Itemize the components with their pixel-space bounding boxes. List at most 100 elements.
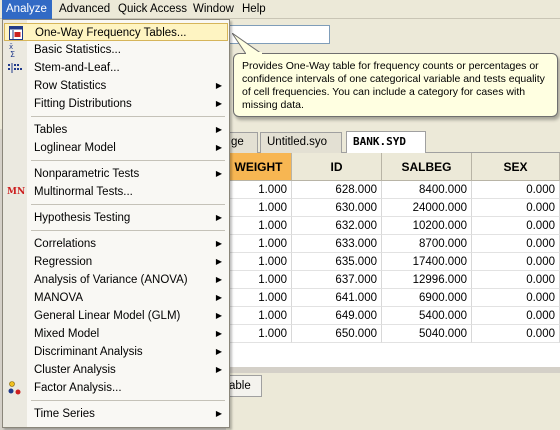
cell-sex[interactable]: 0.000 [472,253,560,271]
cell-sex[interactable]: 0.000 [472,181,560,199]
menu-item-label: One-Way Frequency Tables... [35,27,187,39]
cell-weight[interactable]: 1.000 [226,199,292,217]
menu-separator [31,400,225,401]
cell-salbeg[interactable]: 6900.000 [382,289,472,307]
menu-item-fitting-distributions[interactable]: Fitting Distributions ▶ [4,95,228,113]
menu-item-basic-statistics[interactable]: x̄ Σ Basic Statistics... [4,41,228,59]
column-header-weight[interactable]: WEIGHT [226,153,292,181]
menu-item-cluster-analysis[interactable]: Cluster Analysis ▶ [4,361,228,379]
column-header-salbeg[interactable]: SALBEG [382,153,472,181]
cell-id[interactable]: 630.000 [292,199,382,217]
menu-item-stem-and-leaf[interactable]: Stem-and-Leaf... [4,59,228,77]
cell-id[interactable]: 628.000 [292,181,382,199]
cell-weight[interactable]: 1.000 [226,289,292,307]
cell-weight[interactable]: 1.000 [226,271,292,289]
menu-item-glm[interactable]: General Linear Model (GLM) ▶ [4,307,228,325]
basic-statistics-icon: x̄ Σ [7,42,23,59]
sheet-tabs: able [226,373,560,397]
cell-id[interactable]: 641.000 [292,289,382,307]
cell-weight[interactable]: 1.000 [226,181,292,199]
menu-item-loglinear-model[interactable]: Loglinear Model ▶ [4,139,228,157]
menu-item-regression[interactable]: Regression ▶ [4,253,228,271]
status-area [226,397,560,430]
submenu-arrow-icon: ▶ [215,293,222,302]
cell-weight[interactable]: 1.000 [226,217,292,235]
submenu-arrow-icon: ▶ [215,257,222,266]
table-row: 1.000 641.000 6900.000 0.000 [226,289,560,307]
cell-weight[interactable]: 1.000 [226,307,292,325]
menu-item-row-statistics[interactable]: Row Statistics ▶ [4,77,228,95]
menu-item-nonparametric-tests[interactable]: Nonparametric Tests ▶ [4,165,228,183]
menu-item-discriminant-analysis[interactable]: Discriminant Analysis ▶ [4,343,228,361]
menu-item-label: Factor Analysis... [34,382,122,394]
menu-item-label: Stem-and-Leaf... [34,62,120,74]
menu-analyze[interactable]: Analyze [2,0,52,19]
menu-item-correlations[interactable]: Correlations ▶ [4,235,228,253]
cell-salbeg[interactable]: 5400.000 [382,307,472,325]
data-grid: WEIGHT ID SALBEG SEX 1.000 628.000 8400.… [226,153,560,367]
cell-id[interactable]: 635.000 [292,253,382,271]
table-row: 1.000 635.000 17400.000 0.000 [226,253,560,271]
cell-sex[interactable]: 0.000 [472,217,560,235]
cell-salbeg[interactable]: 17400.000 [382,253,472,271]
cell-salbeg[interactable]: 8400.000 [382,181,472,199]
menu-item-tables[interactable]: Tables ▶ [4,121,228,139]
cell-weight[interactable]: 1.000 [226,325,292,343]
table-row: 1.000 650.000 5040.000 0.000 [226,325,560,343]
submenu-arrow-icon: ▶ [215,81,222,90]
menu-quick-access[interactable]: Quick Access [114,0,191,19]
menu-help[interactable]: Help [238,0,270,19]
cell-id[interactable]: 650.000 [292,325,382,343]
cell-id[interactable]: 633.000 [292,235,382,253]
cell-sex[interactable]: 0.000 [472,307,560,325]
cell-sex[interactable]: 0.000 [472,199,560,217]
menu-item-mixed-model[interactable]: Mixed Model ▶ [4,325,228,343]
column-header-sex[interactable]: SEX [472,153,560,181]
menu-item-factor-analysis[interactable]: Factor Analysis... [4,379,228,397]
cell-weight[interactable]: 1.000 [226,235,292,253]
menu-item-one-way-frequency-tables[interactable]: One-Way Frequency Tables... [4,23,228,41]
menu-item-label: Hypothesis Testing [34,212,131,224]
column-header-id[interactable]: ID [292,153,382,181]
submenu-arrow-icon: ▶ [215,169,222,178]
table-row: 1.000 649.000 5400.000 0.000 [226,307,560,325]
menu-separator [31,160,225,161]
frequency-table-icon [8,25,24,41]
tab-bank-syd[interactable]: BANK.SYD [346,131,426,153]
cell-salbeg[interactable]: 5040.000 [382,325,472,343]
menu-advanced[interactable]: Advanced [55,0,114,19]
submenu-arrow-icon: ▶ [215,347,222,356]
menu-item-hypothesis-testing[interactable]: Hypothesis Testing ▶ [4,209,228,227]
cell-sex[interactable]: 0.000 [472,325,560,343]
cell-id[interactable]: 637.000 [292,271,382,289]
cell-weight[interactable]: 1.000 [226,253,292,271]
svg-text:Σ: Σ [10,50,15,58]
submenu-arrow-icon: ▶ [215,125,222,134]
menu-item-manova[interactable]: MANOVA ▶ [4,289,228,307]
submenu-arrow-icon: ▶ [215,365,222,374]
cell-id[interactable]: 649.000 [292,307,382,325]
menu-item-anova[interactable]: Analysis of Variance (ANOVA) ▶ [4,271,228,289]
cell-sex[interactable]: 0.000 [472,289,560,307]
cell-salbeg[interactable]: 12996.000 [382,271,472,289]
tab-untitled-syo[interactable]: Untitled.syo [260,132,342,153]
menu-item-time-series[interactable]: Time Series ▶ [4,405,228,423]
menu-item-label: Cluster Analysis [34,364,116,376]
cell-id[interactable]: 632.000 [292,217,382,235]
tooltip: Provides One-Way table for frequency cou… [233,53,558,117]
menu-window[interactable]: Window [189,0,238,19]
stem-and-leaf-icon [7,60,23,76]
cell-salbeg[interactable]: 10200.000 [382,217,472,235]
cell-sex[interactable]: 0.000 [472,271,560,289]
tab-table[interactable]: able [226,375,262,397]
cell-sex[interactable]: 0.000 [472,235,560,253]
submenu-arrow-icon: ▶ [215,143,222,152]
menu-item-multinormal-tests[interactable]: MN Multinormal Tests... [4,183,228,201]
menu-item-label: Loglinear Model [34,142,116,154]
table-row: 1.000 633.000 8700.000 0.000 [226,235,560,253]
menu-item-label: General Linear Model (GLM) [34,310,181,322]
cell-salbeg[interactable]: 24000.000 [382,199,472,217]
menu-item-label: Multinormal Tests... [34,186,133,198]
cell-salbeg[interactable]: 8700.000 [382,235,472,253]
submenu-arrow-icon: ▶ [215,329,222,338]
